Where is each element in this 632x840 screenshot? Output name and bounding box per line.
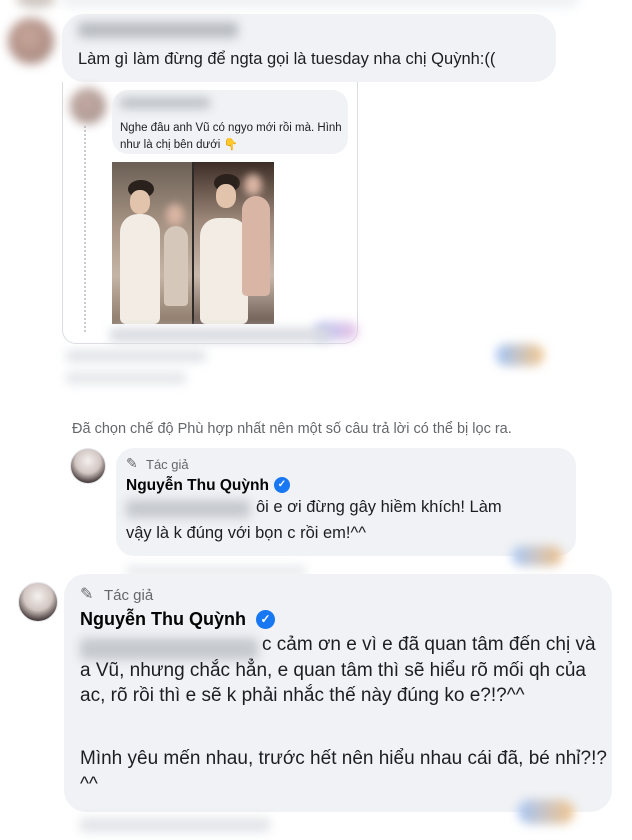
blurred-face [166, 204, 184, 226]
mention-redacted[interactable] [126, 500, 250, 518]
shared-comment-text: Nghe đâu anh Vũ có ngyo mới rồi mà. Hình… [120, 122, 342, 151]
reply-text-line1: ôi e ơi đừng gây hiềm khích! Làm [256, 498, 502, 516]
reaction-badge[interactable] [512, 546, 562, 566]
comment-actions-redacted[interactable] [66, 350, 206, 362]
author-name[interactable]: Nguyễn Thu Quỳnh [80, 609, 246, 630]
pencil-icon: ✎ [80, 586, 94, 603]
reply-text-line2: vậy là k đúng với bọn c rồi em!^^ [126, 524, 366, 542]
person-face [216, 184, 236, 208]
photo-left-pane [112, 162, 192, 324]
comment-meta-redacted [110, 328, 330, 342]
pencil-icon: ✎ [126, 455, 138, 471]
author-avatar[interactable] [18, 582, 58, 622]
shared-commenter-avatar [70, 88, 106, 124]
commenter-avatar[interactable] [8, 18, 54, 64]
comment-text-part1: c cảm ơn e vì e đã quan tâm đến chị và a… [80, 634, 596, 706]
previous-comment-bubble [60, 0, 580, 8]
shared-photo[interactable] [112, 162, 274, 324]
person-figure [120, 214, 160, 324]
person-figure [200, 218, 248, 324]
thread-line [84, 126, 86, 332]
filter-notice: Đã chọn chế độ Phù hợp nhất nên một số c… [72, 421, 512, 437]
person-figure [242, 196, 270, 296]
blurred-face [244, 174, 262, 196]
reaction-badge[interactable] [496, 344, 544, 366]
shared-commenter-name-redacted [120, 98, 210, 108]
comment-text-part2: Mình yêu mến nhau, trước hết nên hiểu nh… [80, 748, 607, 795]
verified-badge-icon: ✓ [256, 610, 275, 629]
author-avatar[interactable] [70, 448, 106, 484]
reaction-badge[interactable] [518, 800, 574, 824]
verified-badge-icon: ✓ [274, 477, 290, 493]
author-tag: Tác giả [146, 457, 189, 472]
person-figure [164, 226, 188, 306]
author-tag: Tác giả [104, 587, 154, 604]
photo-right-pane [194, 162, 274, 324]
comment-actions-redacted[interactable] [80, 818, 270, 832]
author-name[interactable]: Nguyễn Thu Quỳnh [126, 477, 269, 495]
comment-text: Làm gì làm đừng để ngta gọi là tuesday n… [78, 50, 496, 68]
comment-actions-redacted[interactable] [66, 372, 186, 384]
commenter-name-redacted[interactable] [78, 22, 238, 38]
blurred-avatar [16, 0, 56, 8]
person-face [130, 190, 150, 214]
